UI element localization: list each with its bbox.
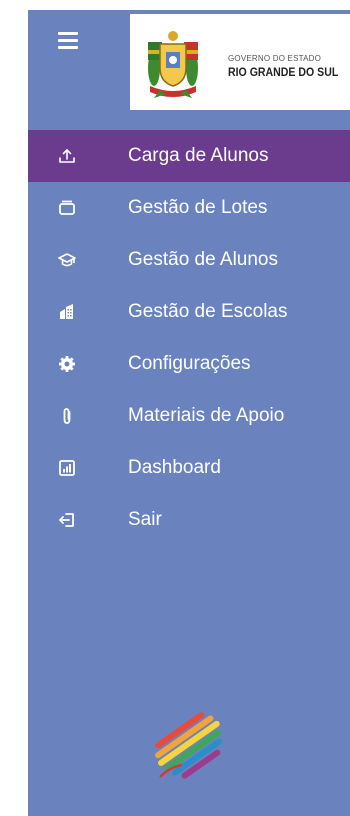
- menu-item-gestao-de-lotes[interactable]: Gestão de Lotes: [28, 182, 350, 234]
- menu-item-label: Materiais de Apoio: [128, 405, 285, 426]
- logout-icon: [59, 513, 74, 527]
- paperclip-icon: [63, 408, 71, 424]
- building-icon: [60, 304, 73, 319]
- upload-icon: [59, 149, 75, 163]
- nav-menu: Carga de Alunos Gestão de Lotes Gestão d…: [28, 130, 350, 546]
- chart-icon: [59, 460, 75, 476]
- menu-item-label: Gestão de Alunos: [128, 249, 278, 270]
- inbox-icon: [59, 200, 75, 215]
- menu-item-label: Configurações: [128, 353, 251, 374]
- menu-item-dashboard[interactable]: Dashboard: [28, 442, 350, 494]
- graduation-cap-icon: [58, 253, 76, 267]
- logo-line2: RIO GRANDE DO SUL: [228, 65, 339, 79]
- sidebar: GOVERNO DO ESTADO RIO GRANDE DO SUL Carg…: [28, 10, 350, 816]
- menu-item-gestao-de-alunos[interactable]: Gestão de Alunos: [28, 234, 350, 286]
- menu-item-configuracoes[interactable]: Configurações: [28, 338, 350, 390]
- hamburger-icon[interactable]: [58, 32, 78, 49]
- coat-of-arms-icon: [148, 31, 198, 98]
- menu-item-sair[interactable]: Sair: [28, 494, 350, 546]
- menu-item-label: Dashboard: [128, 457, 221, 478]
- menu-item-label: Carga de Alunos: [128, 145, 269, 166]
- menu-item-label: Gestão de Escolas: [128, 301, 288, 322]
- menu-item-label: Sair: [128, 509, 162, 530]
- state-logo[interactable]: GOVERNO DO ESTADO RIO GRANDE DO SUL: [130, 14, 350, 110]
- brand-stripes-logo: [155, 712, 223, 779]
- gear-icon: [59, 356, 75, 372]
- menu-item-gestao-de-escolas[interactable]: Gestão de Escolas: [28, 286, 350, 338]
- menu-item-materiais-de-apoio[interactable]: Materiais de Apoio: [28, 390, 350, 442]
- logo-line1: GOVERNO DO ESTADO: [228, 54, 322, 63]
- menu-item-label: Gestão de Lotes: [128, 197, 268, 218]
- menu-item-carga-de-alunos[interactable]: Carga de Alunos: [28, 130, 350, 182]
